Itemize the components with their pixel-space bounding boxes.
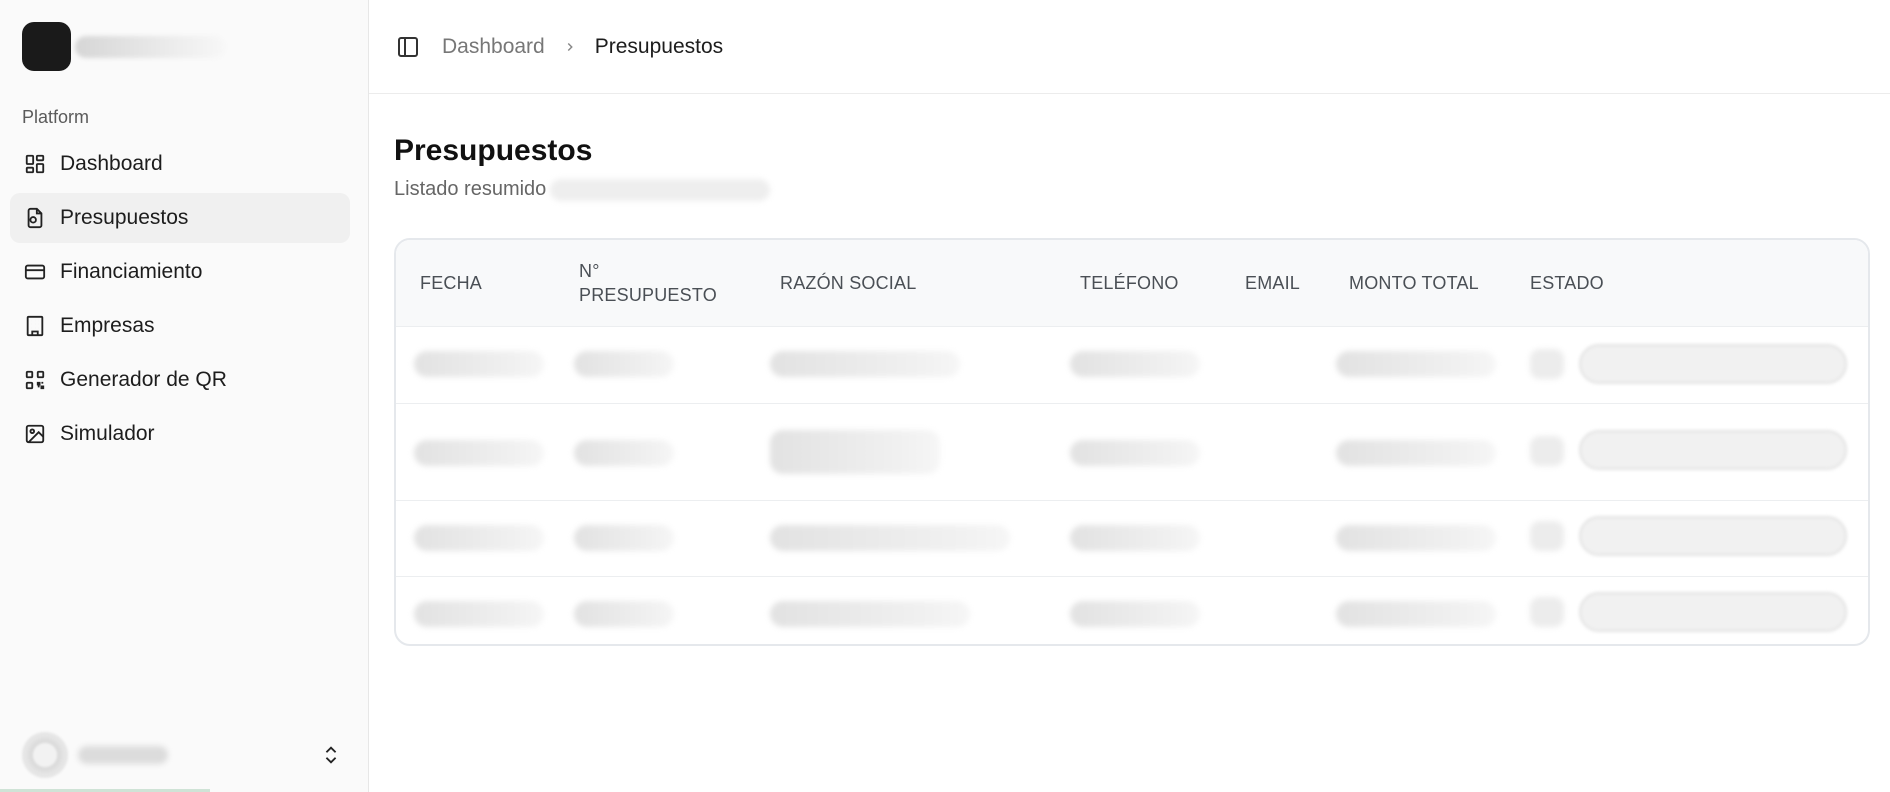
table-row[interactable]	[396, 500, 1868, 576]
table-row[interactable]	[396, 326, 1868, 403]
main-content: Dashboard Presupuestos Presupuestos List…	[369, 0, 1890, 792]
grid-icon	[24, 153, 46, 175]
column-header-fecha[interactable]: FECHA	[420, 240, 482, 326]
breadcrumb-link-dashboard[interactable]: Dashboard	[442, 35, 545, 59]
cell-redacted	[1336, 525, 1496, 551]
column-header-email[interactable]: EMAIL	[1245, 240, 1300, 326]
cell-redacted	[1530, 436, 1564, 466]
table-header: FECHA N° PRESUPUESTO RAZÓN SOCIAL TELÉFO…	[396, 240, 1868, 326]
sidebar-item-label: Empresas	[60, 314, 155, 337]
brand-logo	[22, 22, 71, 71]
cell-redacted	[574, 351, 674, 377]
brand-name-redacted	[75, 35, 225, 58]
breadcrumb: Dashboard Presupuestos	[442, 35, 723, 59]
sidebar-section-label: Platform	[22, 107, 90, 127]
cell-redacted	[1336, 351, 1496, 377]
sidebar-item-label: Generador de QR	[60, 368, 227, 391]
status-select[interactable]	[1579, 344, 1847, 384]
sidebar: Platform Dashboard Presupuestos Financia…	[0, 0, 369, 792]
cell-redacted	[414, 525, 544, 551]
sidebar-item-generador-qr[interactable]: Generador de QR	[10, 355, 350, 405]
column-header-monto-total[interactable]: MONTO TOTAL	[1349, 240, 1479, 326]
credit-card-icon	[24, 261, 46, 283]
cell-redacted	[1070, 440, 1200, 466]
column-header-estado[interactable]: ESTADO	[1530, 240, 1604, 326]
chevrons-up-down-icon	[320, 744, 342, 766]
cell-redacted	[414, 351, 544, 377]
topbar: Dashboard Presupuestos	[369, 0, 1890, 94]
page-body: Presupuestos Listado resumido FECHA N° P…	[394, 134, 1870, 646]
user-name-redacted	[78, 746, 168, 764]
cell-redacted	[1530, 597, 1564, 627]
cell-redacted	[574, 601, 674, 627]
sidebar-item-presupuestos[interactable]: Presupuestos	[10, 193, 350, 243]
cell-redacted	[770, 351, 960, 377]
page-subtitle-text: Listado resumido	[394, 178, 547, 200]
page-title: Presupuestos	[394, 134, 593, 167]
cell-redacted	[414, 601, 544, 627]
cell-redacted	[1336, 440, 1496, 466]
cell-redacted	[1530, 521, 1564, 551]
cell-redacted	[574, 440, 674, 466]
status-select[interactable]	[1579, 592, 1847, 632]
cell-redacted	[1070, 525, 1200, 551]
brand[interactable]	[22, 22, 225, 71]
image-icon	[24, 423, 46, 445]
cell-redacted	[770, 430, 940, 474]
budgets-table: FECHA N° PRESUPUESTO RAZÓN SOCIAL TELÉFO…	[394, 238, 1870, 646]
sidebar-item-empresas[interactable]: Empresas	[10, 301, 350, 351]
sidebar-nav: Dashboard Presupuestos Financiamiento Em…	[10, 139, 350, 463]
file-icon	[24, 207, 46, 229]
table-row[interactable]	[396, 576, 1868, 644]
breadcrumb-current: Presupuestos	[594, 34, 724, 58]
sidebar-item-label: Simulador	[60, 422, 155, 445]
sidebar-item-simulador[interactable]: Simulador	[10, 409, 350, 459]
cell-redacted	[770, 525, 1010, 551]
user-menu[interactable]	[22, 732, 342, 778]
sidebar-item-label: Dashboard	[60, 152, 163, 175]
chevron-right-icon	[563, 40, 577, 54]
cell-redacted	[1070, 601, 1200, 627]
cell-redacted	[770, 601, 970, 627]
column-header-razon-social[interactable]: RAZÓN SOCIAL	[780, 240, 916, 326]
sidebar-toggle-icon[interactable]	[396, 35, 420, 59]
status-select[interactable]	[1579, 516, 1847, 556]
app-shell: Platform Dashboard Presupuestos Financia…	[0, 0, 1890, 792]
status-select[interactable]	[1579, 430, 1847, 470]
sidebar-item-financiamiento[interactable]: Financiamiento	[10, 247, 350, 297]
sidebar-item-dashboard[interactable]: Dashboard	[10, 139, 350, 189]
cell-redacted	[1336, 601, 1496, 627]
avatar	[22, 732, 68, 778]
cell-redacted	[414, 440, 544, 466]
cell-redacted	[1070, 351, 1200, 377]
cell-redacted	[574, 525, 674, 551]
qr-code-icon	[24, 369, 46, 391]
cell-redacted	[1530, 349, 1564, 379]
building-icon	[24, 315, 46, 337]
table-row[interactable]	[396, 403, 1868, 500]
sidebar-item-label: Financiamiento	[60, 260, 203, 283]
sidebar-item-label: Presupuestos	[60, 206, 189, 229]
subtitle-redacted	[550, 178, 771, 201]
page-subtitle: Listado resumido	[394, 178, 1870, 201]
column-header-numero[interactable]: N° PRESUPUESTO	[579, 240, 717, 326]
column-header-telefono[interactable]: TELÉFONO	[1080, 240, 1179, 326]
